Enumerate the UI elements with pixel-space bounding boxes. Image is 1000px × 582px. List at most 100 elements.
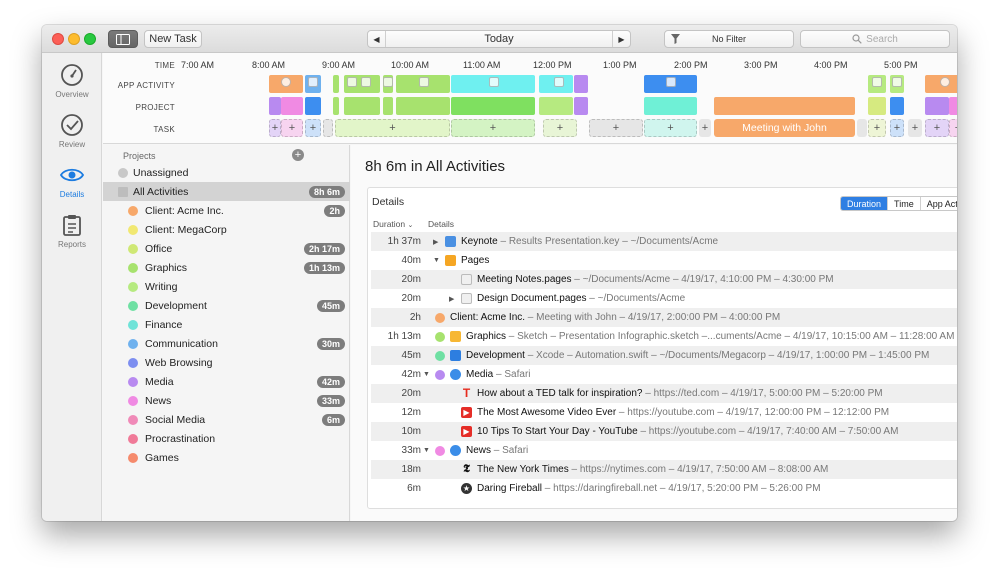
detail-row[interactable]: 33m ▼ News – Safari bbox=[371, 441, 957, 460]
nav-reports[interactable]: Reports bbox=[42, 213, 102, 261]
filter-button[interactable]: No Filter bbox=[664, 30, 794, 48]
project-block[interactable] bbox=[269, 97, 281, 115]
add-task-button[interactable]: + bbox=[949, 119, 957, 137]
project-block[interactable] bbox=[451, 97, 535, 115]
disclosure-expanded-icon[interactable]: ▼ bbox=[423, 447, 430, 454]
project-item[interactable]: Client: MegaCorp bbox=[103, 220, 350, 239]
add-task-button[interactable]: + bbox=[543, 119, 577, 137]
project-item[interactable]: Office 2h 17m bbox=[103, 239, 350, 258]
detail-row[interactable]: 12m ▶ The Most Awesome Video Ever – https:… bbox=[371, 403, 957, 422]
detail-row[interactable]: 2h Client: Acme Inc. – Meeting with John … bbox=[371, 308, 957, 327]
project-block[interactable] bbox=[305, 97, 321, 115]
add-task-button[interactable]: + bbox=[699, 119, 711, 137]
duration-column-header[interactable]: Duration ⌄ bbox=[373, 219, 413, 229]
nav-details[interactable]: Details bbox=[42, 163, 102, 211]
add-task-button[interactable]: + bbox=[451, 119, 535, 137]
project-item[interactable]: Finance bbox=[103, 315, 350, 334]
project-item[interactable]: Games bbox=[103, 448, 350, 467]
project-item[interactable]: Writing bbox=[103, 277, 350, 296]
add-project-button[interactable]: + bbox=[292, 149, 304, 161]
add-task-button[interactable]: + bbox=[335, 119, 450, 137]
add-task-button[interactable]: + bbox=[908, 119, 922, 137]
add-task-button[interactable] bbox=[323, 119, 333, 137]
detail-row[interactable]: 45m Development – Xcode – Automation.swif… bbox=[371, 346, 957, 365]
project-block[interactable] bbox=[949, 97, 957, 115]
add-task-button[interactable] bbox=[857, 119, 867, 137]
add-task-button[interactable]: + bbox=[281, 119, 303, 137]
add-task-button[interactable]: + bbox=[868, 119, 886, 137]
project-item[interactable]: All Activities 8h 6m bbox=[103, 182, 350, 201]
date-navigator: ◀ Today ▶ bbox=[367, 30, 631, 48]
task-meeting-with-john[interactable]: Meeting with John bbox=[714, 119, 855, 137]
detail-row[interactable]: 18m 𝕿 The New York Times – https://nytimes… bbox=[371, 460, 957, 479]
sidebar-toggle-button[interactable] bbox=[108, 30, 138, 48]
segment-time[interactable]: Time bbox=[888, 197, 921, 210]
project-block[interactable] bbox=[539, 97, 573, 115]
new-task-button[interactable]: New Task bbox=[144, 30, 202, 48]
row-title: 10 Tips To Start Your Day - YouTube bbox=[477, 426, 638, 437]
project-block[interactable] bbox=[383, 97, 393, 115]
project-block[interactable] bbox=[574, 97, 588, 115]
detail-row[interactable]: 6m ★ Daring Fireball – https://daringfireb… bbox=[371, 479, 957, 498]
hour-label: 8:00 AM bbox=[252, 60, 286, 70]
project-item[interactable]: Social Media 6m bbox=[103, 410, 350, 429]
details-column-header[interactable]: Details bbox=[428, 219, 454, 229]
timeline[interactable]: TIME APP ACTIVITY PROJECT TASK 7:00 AM 8… bbox=[103, 53, 957, 144]
disclosure-expanded-icon[interactable]: ▼ bbox=[433, 257, 440, 264]
detail-row[interactable]: 1h 13m Graphics – Sketch – Presentation I… bbox=[371, 327, 957, 346]
project-item[interactable]: Unassigned bbox=[103, 163, 350, 182]
today-button[interactable]: Today bbox=[484, 33, 513, 45]
detail-row[interactable]: 40m ▼ Pages bbox=[371, 251, 957, 270]
zoom-window-button[interactable] bbox=[84, 33, 96, 45]
project-item[interactable]: Development 45m bbox=[103, 296, 350, 315]
add-task-button[interactable]: + bbox=[925, 119, 949, 137]
project-block[interactable] bbox=[281, 97, 303, 115]
row-details: Daring Fireball – https://daringfireball… bbox=[477, 483, 821, 494]
disclosure-expanded-icon[interactable]: ▼ bbox=[423, 371, 430, 378]
nav-overview[interactable]: Overview bbox=[42, 63, 102, 111]
project-block[interactable] bbox=[714, 97, 855, 115]
minimize-window-button[interactable] bbox=[68, 33, 80, 45]
project-item[interactable]: News 33m bbox=[103, 391, 350, 410]
project-block[interactable] bbox=[925, 97, 949, 115]
add-task-button[interactable]: + bbox=[269, 119, 281, 137]
add-task-button[interactable]: + bbox=[589, 119, 643, 137]
detail-row[interactable]: 20m ▶ Design Document.pages – ~/Documents/… bbox=[371, 289, 957, 308]
close-window-button[interactable] bbox=[52, 33, 64, 45]
project-item[interactable]: Media 42m bbox=[103, 372, 350, 391]
row-subtitle: – https://ted.com – 4/19/17, 5:00:00 PM … bbox=[642, 388, 883, 399]
project-item[interactable]: Procrastination bbox=[103, 429, 350, 448]
project-block[interactable] bbox=[344, 97, 380, 115]
project-block[interactable] bbox=[890, 97, 904, 115]
add-task-button[interactable]: + bbox=[305, 119, 321, 137]
row-duration: 10m bbox=[401, 426, 421, 437]
detail-row[interactable]: 10m ▶ 10 Tips To Start Your Day - YouTube … bbox=[371, 422, 957, 441]
search-field[interactable]: Search bbox=[800, 30, 950, 48]
hour-label: 5:00 PM bbox=[884, 60, 918, 70]
detail-row[interactable]: 20m Meeting Notes.pages – ~/Documents/Acm… bbox=[371, 270, 957, 289]
disclosure-collapsed-icon[interactable]: ▶ bbox=[449, 295, 454, 303]
project-block[interactable] bbox=[868, 97, 886, 115]
add-task-button[interactable]: + bbox=[890, 119, 904, 137]
previous-day-button[interactable]: ◀ bbox=[368, 31, 386, 47]
project-item[interactable]: Client: Acme Inc. 2h bbox=[103, 201, 350, 220]
nav-review[interactable]: Review bbox=[42, 113, 102, 161]
add-task-button[interactable]: + bbox=[644, 119, 697, 137]
project-block[interactable] bbox=[396, 97, 450, 115]
app-activity-block[interactable] bbox=[574, 75, 588, 93]
disclosure-collapsed-icon[interactable]: ▶ bbox=[433, 238, 438, 246]
duration-badge: 42m bbox=[316, 375, 345, 388]
app-activity-block[interactable] bbox=[333, 75, 339, 93]
detail-row[interactable]: 20m T How about a TED talk for inspiration… bbox=[371, 384, 957, 403]
project-block[interactable] bbox=[333, 97, 339, 115]
next-day-button[interactable]: ▶ bbox=[611, 31, 630, 47]
detail-row[interactable]: 1h 37m ▶ Keynote – Results Presentation.ke… bbox=[371, 232, 957, 251]
clipboard-icon bbox=[63, 215, 81, 236]
project-item[interactable]: Graphics 1h 13m bbox=[103, 258, 350, 277]
detail-row[interactable]: 42m ▼ Media – Safari bbox=[371, 365, 957, 384]
project-item[interactable]: Communication 30m bbox=[103, 334, 350, 353]
segment-app-activity[interactable]: App Activity bbox=[921, 197, 957, 210]
project-block[interactable] bbox=[644, 97, 697, 115]
project-item[interactable]: Web Browsing bbox=[103, 353, 350, 372]
segment-duration[interactable]: Duration bbox=[841, 197, 889, 210]
